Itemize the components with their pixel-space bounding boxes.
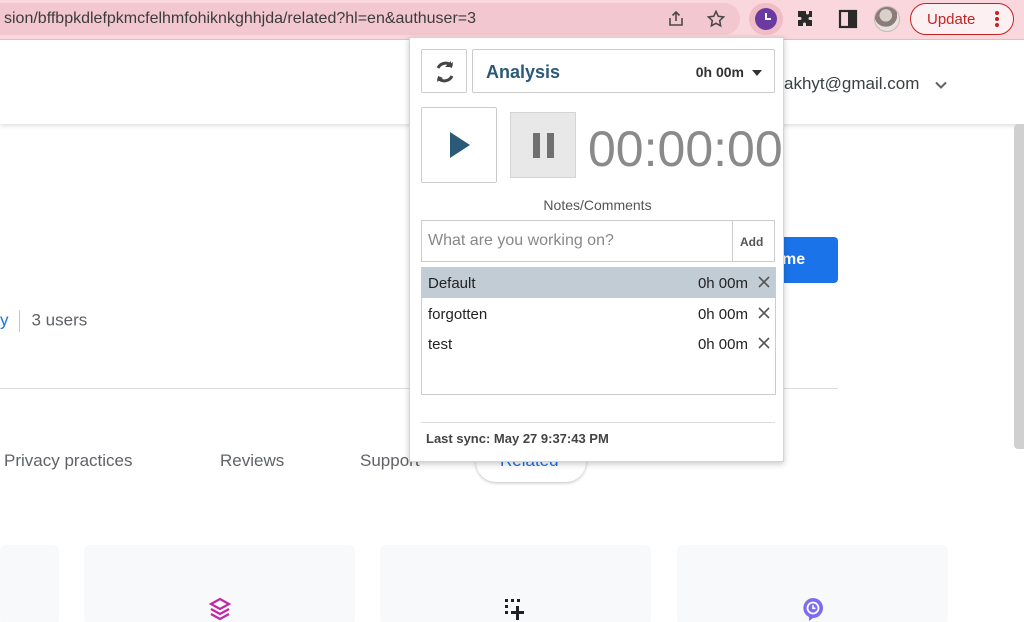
category-link[interactable]: y [0, 310, 9, 329]
task-name: forgotten [428, 306, 488, 323]
divider-bar [18, 310, 20, 332]
caret-down-icon [752, 70, 762, 76]
tab-privacy-practices[interactable]: Privacy practices [4, 451, 132, 471]
add-to-chrome-label: me [782, 251, 806, 268]
play-icon [450, 132, 470, 158]
account-email[interactable]: akhyt@gmail.com [784, 74, 919, 94]
url-text[interactable]: sion/bffbpkdlefpkmcfelhmfohiknkghhjda/re… [4, 10, 476, 28]
layers-app-icon [208, 597, 232, 621]
pause-icon-bar [547, 133, 554, 158]
page-scrollbar[interactable] [1014, 124, 1024, 449]
close-icon[interactable] [757, 275, 771, 289]
task-list: Default 0h 00m forgotten 0h 00m test 0h … [421, 267, 776, 395]
time-tracker-popup: Analysis 0h 00m 00:00:00 Notes/Comments … [409, 37, 784, 462]
add-note-label: Add [740, 235, 764, 249]
timer-display: 00:00:00 [588, 121, 783, 177]
task-item-default[interactable]: Default 0h 00m [422, 268, 775, 298]
sync-icon [436, 61, 454, 83]
update-label: Update [927, 11, 976, 28]
task-name: Default [428, 275, 476, 292]
puzzle-icon[interactable] [795, 8, 817, 30]
clock-app-icon [803, 598, 823, 621]
users-count: 3 users [31, 310, 88, 330]
project-dropdown[interactable]: Analysis 0h 00m [472, 49, 775, 93]
update-button[interactable]: Update [910, 3, 1014, 35]
add-note-button[interactable]: Add [732, 220, 775, 262]
task-time: 0h 00m [697, 336, 748, 353]
close-icon[interactable] [757, 336, 771, 350]
extension-timer-button[interactable] [749, 3, 783, 35]
task-name: test [428, 336, 453, 353]
avatar[interactable] [874, 6, 900, 32]
chevron-down-icon[interactable] [934, 78, 948, 92]
task-item-test[interactable]: test 0h 00m [422, 329, 775, 359]
start-timer-button[interactable] [421, 107, 497, 183]
related-card[interactable] [0, 545, 59, 622]
pause-timer-button[interactable] [510, 112, 576, 178]
sync-button[interactable] [421, 49, 467, 93]
notes-input[interactable] [421, 220, 733, 262]
extension-timer-icon [755, 8, 777, 30]
last-sync-text: Last sync: May 27 9:37:43 PM [426, 431, 609, 446]
address-bar[interactable]: sion/bffbpkdlefpkmcfelhmfohiknkghhjda/re… [0, 3, 740, 35]
crop-add-app-icon [505, 599, 524, 620]
task-item-forgotten[interactable]: forgotten 0h 00m [422, 299, 775, 329]
kebab-menu-icon [995, 11, 999, 27]
pause-icon [533, 133, 540, 158]
users-info: y 3 users [0, 310, 87, 332]
project-name: Analysis [486, 62, 561, 82]
tab-reviews[interactable]: Reviews [220, 451, 284, 471]
close-icon[interactable] [757, 306, 771, 320]
project-time: 0h 00m [695, 64, 744, 80]
browser-toolbar: sion/bffbpkdlefpkmcfelhmfohiknkghhjda/re… [0, 0, 1024, 40]
notes-label: Notes/Comments [543, 197, 652, 213]
task-time: 0h 00m [697, 275, 748, 292]
footer-divider [421, 422, 775, 423]
task-time: 0h 00m [697, 306, 748, 323]
side-panel-icon[interactable] [837, 8, 859, 30]
share-icon[interactable] [666, 9, 686, 29]
star-icon[interactable] [706, 9, 726, 29]
